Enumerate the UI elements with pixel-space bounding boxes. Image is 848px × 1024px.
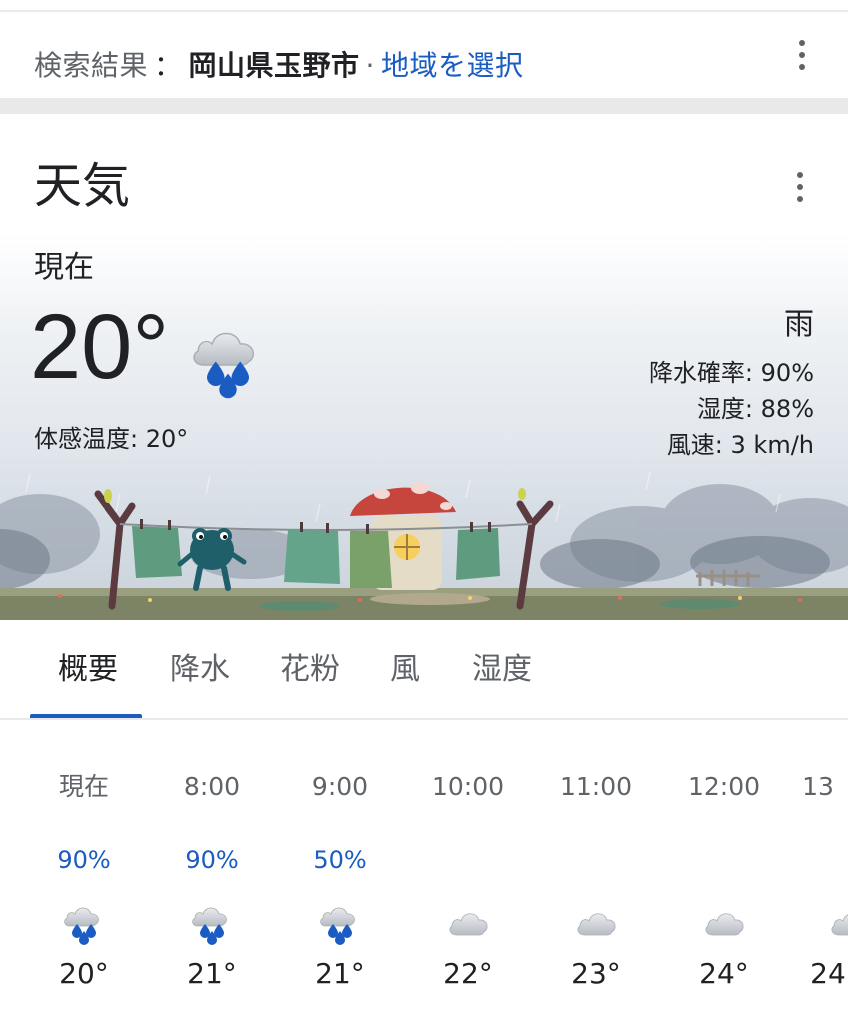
tab-pollen[interactable]: 花粉 <box>280 650 340 690</box>
weather-card: 天気 現在 20° 体感温度: 20° 雨 降水確率: 90% 湿度: 88% … <box>0 114 848 620</box>
hourly-item[interactable]: 現在 90% 20° <box>20 720 148 1024</box>
hour-time: 現在 <box>58 772 109 801</box>
cloud-icon <box>444 898 492 946</box>
feels-like-temperature: 体感温度: 20° <box>34 425 189 453</box>
search-result-location: 岡山県玉野市 <box>188 49 360 82</box>
cloud-rain-icon <box>188 898 236 946</box>
tab-overview[interactable]: 概要 <box>58 650 118 690</box>
hourly-item[interactable]: 9:00 50% 21° <box>276 720 404 1024</box>
hour-temperature: 24 <box>810 957 846 990</box>
wind-speed: 風速: 3 km/h <box>666 431 814 459</box>
hour-precipitation: 90% <box>57 846 111 874</box>
hour-precipitation: 90% <box>185 846 239 874</box>
weather-title: 天気 <box>34 158 131 214</box>
cloud-icon <box>700 898 748 946</box>
cloud-rain-icon <box>316 898 364 946</box>
precipitation-chance: 降水確率: 90% <box>648 359 814 387</box>
weather-more-options-icon[interactable] <box>796 172 804 202</box>
hour-temperature: 20° <box>59 957 109 990</box>
current-temperature: 20° <box>30 296 170 398</box>
humidity-value: 湿度: 88% <box>696 395 814 423</box>
tab-wind[interactable]: 風 <box>390 650 420 690</box>
cloud-icon <box>826 898 848 946</box>
select-region-link[interactable]: 地域を選択 <box>381 49 524 82</box>
hour-temperature: 21° <box>315 957 365 990</box>
hour-time: 12:00 <box>687 772 761 801</box>
hour-temperature: 24° <box>699 957 749 990</box>
search-result-text: 検索結果：岡山県玉野市 · 地域を選択 <box>34 48 523 84</box>
hour-time: 13 <box>802 772 834 801</box>
weather-tabs: 概要 降水 花粉 風 湿度 <box>0 620 848 718</box>
cloud-rain-icon <box>60 898 108 946</box>
hour-time: 8:00 <box>183 772 241 801</box>
hour-time: 9:00 <box>311 772 369 801</box>
hourly-item[interactable]: 11:00 23° <box>532 720 660 1024</box>
hour-time: 10:00 <box>431 772 505 801</box>
tab-humidity[interactable]: 湿度 <box>472 650 532 690</box>
search-result-prefix: 検索結果 <box>34 49 149 82</box>
hour-temperature: 23° <box>571 957 621 990</box>
search-result-header: 検索結果：岡山県玉野市 · 地域を選択 <box>0 12 848 98</box>
header-more-options-icon[interactable] <box>798 40 806 70</box>
hourly-item[interactable]: 10:00 22° <box>404 720 532 1024</box>
separator-dot: · <box>365 49 375 82</box>
search-result-colon: ： <box>154 49 183 82</box>
cloud-rain-icon <box>186 316 270 400</box>
section-divider <box>0 98 848 114</box>
hour-temperature: 21° <box>187 957 237 990</box>
weather-condition: 雨 <box>784 307 814 342</box>
hourly-item[interactable]: 8:00 90% 21° <box>148 720 276 1024</box>
hour-precipitation: 50% <box>313 846 367 874</box>
cloud-icon <box>572 898 620 946</box>
hour-temperature: 22° <box>443 957 493 990</box>
hourly-forecast[interactable]: 現在 90% 20° 8:00 90% 21° 9:00 50% 21° 10:… <box>0 720 848 1024</box>
weather-illustration <box>0 471 848 620</box>
current-label: 現在 <box>34 250 94 285</box>
hourly-item[interactable]: 12:00 24° <box>660 720 788 1024</box>
hourly-item[interactable]: 13 24 <box>788 720 848 1024</box>
tab-precipitation[interactable]: 降水 <box>170 650 230 690</box>
hour-time: 11:00 <box>559 772 633 801</box>
